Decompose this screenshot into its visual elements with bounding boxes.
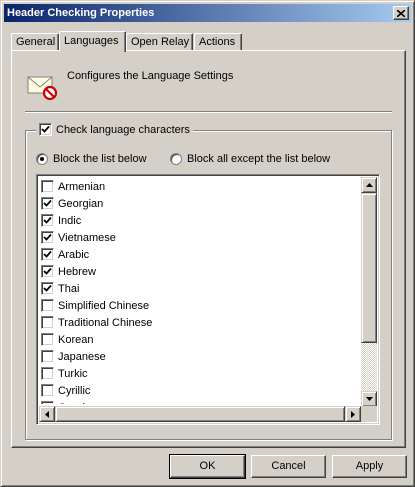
radio-label: Block all except the list below (187, 153, 331, 165)
apply-button[interactable]: Apply (332, 455, 407, 478)
list-item[interactable]: Armenian (41, 178, 363, 195)
arrow-up-icon (365, 183, 373, 187)
language-checkbox[interactable] (41, 282, 54, 295)
language-checkbox[interactable] (41, 299, 54, 312)
title-bar[interactable]: Header Checking Properties (4, 4, 411, 22)
arrow-left-icon (45, 410, 49, 418)
check-language-label: Check language characters (56, 123, 190, 136)
arrow-down-icon (365, 397, 373, 401)
language-label: Turkic (58, 367, 88, 380)
scrollbar-corner (361, 406, 377, 422)
language-checkbox[interactable] (41, 316, 54, 329)
radio-block-all-except[interactable]: Block all except the list below (170, 153, 330, 165)
language-checkbox[interactable] (41, 350, 54, 363)
vertical-scrollbar[interactable] (361, 177, 377, 407)
language-label: Japanese (58, 350, 106, 363)
scroll-right-button[interactable] (345, 406, 361, 422)
language-checkbox[interactable] (41, 401, 54, 404)
list-item[interactable]: Vietnamese (41, 229, 363, 246)
radio-block-list[interactable]: Block the list below (36, 153, 147, 165)
arrow-right-icon (351, 410, 355, 418)
language-checkbox[interactable] (41, 180, 54, 193)
language-label: Korean (58, 333, 94, 346)
checkmark-icon (43, 284, 52, 292)
checkmark-icon (43, 216, 52, 224)
list-item[interactable]: Cyrillic (41, 382, 363, 399)
list-item[interactable]: Arabic (41, 246, 363, 263)
list-item[interactable]: Japanese (41, 348, 363, 365)
language-label: Traditional Chinese (58, 316, 153, 329)
scroll-up-button[interactable] (361, 177, 377, 193)
tab-general[interactable]: General (11, 33, 59, 51)
list-item[interactable]: Indic (41, 212, 363, 229)
language-checkbox[interactable] (41, 333, 54, 346)
language-checkbox[interactable] (41, 214, 54, 227)
language-list-items: Armenian Georgian Indic Vietnamese Arabic Heb… (41, 178, 363, 404)
horizontal-scroll-thumb[interactable] (55, 406, 345, 422)
language-list[interactable]: Armenian Georgian Indic Vietnamese Arabic Heb… (36, 174, 380, 425)
check-language-checkbox[interactable]: Check language characters (36, 123, 193, 136)
language-label: Hebrew (58, 265, 96, 278)
checkmark-icon (43, 250, 52, 258)
checkmark-icon (43, 233, 52, 241)
radio-label: Block the list below (53, 153, 147, 165)
list-item[interactable]: Greek (41, 399, 363, 404)
language-checkbox[interactable] (41, 197, 54, 210)
language-checkbox[interactable] (41, 367, 54, 380)
list-item[interactable]: Traditional Chinese (41, 314, 363, 331)
language-label: Cyrillic (58, 384, 91, 397)
list-item[interactable]: Korean (41, 331, 363, 348)
close-icon (397, 9, 405, 17)
checkbox[interactable] (39, 123, 52, 136)
header-description: Configures the Language Settings (67, 70, 234, 82)
window-title: Header Checking Properties (7, 7, 155, 19)
language-checkbox[interactable] (41, 265, 54, 278)
list-item[interactable]: Thai (41, 280, 363, 297)
language-checkbox[interactable] (41, 384, 54, 397)
vertical-scroll-thumb[interactable] (361, 193, 377, 343)
list-item[interactable]: Simplified Chinese (41, 297, 363, 314)
language-checkbox[interactable] (41, 248, 54, 261)
scroll-left-button[interactable] (39, 406, 55, 422)
language-label: Thai (58, 282, 80, 295)
checkmark-icon (41, 125, 50, 133)
language-groupbox: Check language characters Block the list… (25, 123, 392, 440)
scroll-down-button[interactable] (361, 391, 377, 407)
list-item[interactable]: Hebrew (41, 263, 363, 280)
dialog-window: Header Checking Properties General Langu… (0, 0, 415, 487)
language-label: Greek (58, 402, 88, 405)
tab-languages[interactable]: Languages (59, 31, 126, 52)
ok-button[interactable]: OK (169, 454, 246, 479)
close-button[interactable] (393, 6, 409, 20)
language-label: Armenian (58, 180, 106, 193)
checkmark-icon (43, 267, 52, 275)
tab-actions[interactable]: Actions (194, 33, 242, 51)
separator (25, 111, 392, 113)
checkmark-icon (43, 199, 52, 207)
cancel-button[interactable]: Cancel (251, 455, 326, 478)
list-item[interactable]: Georgian (41, 195, 363, 212)
list-item[interactable]: Turkic (41, 365, 363, 382)
tab-open-relay[interactable]: Open Relay (126, 33, 193, 51)
radio-button[interactable] (170, 153, 182, 165)
horizontal-scrollbar[interactable] (39, 406, 361, 422)
language-label: Georgian (58, 197, 104, 210)
tab-panel: Configures the Language Settings Check l… (11, 50, 406, 448)
radio-button[interactable] (36, 153, 48, 165)
mail-blocked-icon (27, 76, 58, 101)
language-label: Arabic (58, 248, 90, 261)
language-label: Simplified Chinese (58, 299, 150, 312)
language-label: Indic (58, 214, 82, 227)
language-label: Vietnamese (58, 231, 116, 244)
language-checkbox[interactable] (41, 231, 54, 244)
